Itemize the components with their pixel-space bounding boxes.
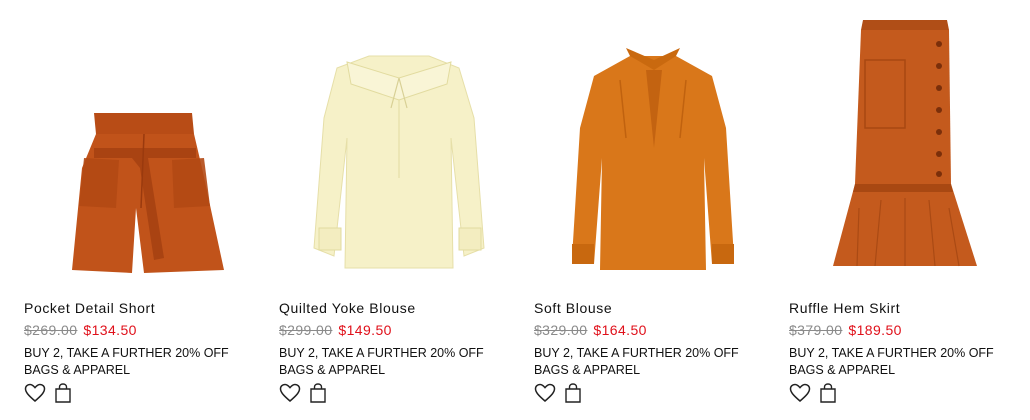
add-to-bag-button[interactable] [54,383,72,403]
skirt-image [833,20,977,267]
sale-price: $164.50 [593,322,647,338]
product-prices: $269.00 $134.50 [24,322,137,338]
add-to-bag-button[interactable] [309,383,327,403]
product-card[interactable]: Ruffle Hem Skirt $379.00 $189.50 BUY 2, T… [789,0,1029,420]
blouse-image [572,48,734,270]
heart-icon [24,383,46,402]
wishlist-button[interactable] [279,383,301,403]
product-actions [789,381,837,405]
product-image-quilted-yoke-blouse[interactable] [279,8,519,288]
product-prices: $329.00 $164.50 [534,322,647,338]
original-price: $379.00 [789,322,843,338]
shopping-bag-icon [565,383,581,403]
product-card[interactable]: Pocket Detail Short $269.00 $134.50 BUY 2… [24,0,264,420]
original-price: $329.00 [534,322,588,338]
add-to-bag-button[interactable] [819,383,837,403]
product-prices: $379.00 $189.50 [789,322,902,338]
product-actions [534,381,582,405]
promo-text: BUY 2, TAKE A FURTHER 20% OFF BAGS & APP… [279,346,484,377]
sale-price: $134.50 [83,322,137,338]
promo-text: BUY 2, TAKE A FURTHER 20% OFF BAGS & APP… [789,346,994,377]
product-card[interactable]: Quilted Yoke Blouse $299.00 $149.50 BUY 2… [279,0,519,420]
wishlist-button[interactable] [24,383,46,403]
product-grid: Pocket Detail Short $269.00 $134.50 BUY 2… [0,0,1030,420]
promo-text: BUY 2, TAKE A FURTHER 20% OFF BAGS & APP… [24,346,229,377]
shopping-bag-icon [820,383,836,403]
promo-text: BUY 2, TAKE A FURTHER 20% OFF BAGS & APP… [534,346,739,377]
add-to-bag-button[interactable] [564,383,582,403]
blouse-image [313,55,485,269]
product-prices: $299.00 $149.50 [279,322,392,338]
product-name[interactable]: Pocket Detail Short [24,300,155,316]
original-price: $299.00 [279,322,333,338]
original-price: $269.00 [24,322,78,338]
heart-icon [534,383,556,402]
product-actions [24,381,72,405]
sale-price: $189.50 [848,322,902,338]
product-name[interactable]: Ruffle Hem Skirt [789,300,900,316]
product-name[interactable]: Quilted Yoke Blouse [279,300,416,316]
product-image-ruffle-hem-skirt[interactable] [789,8,1029,288]
product-image-soft-blouse[interactable] [534,8,774,288]
sale-price: $149.50 [338,322,392,338]
shopping-bag-icon [55,383,71,403]
product-name[interactable]: Soft Blouse [534,300,612,316]
heart-icon [789,383,811,402]
product-image-pocket-detail-short[interactable] [24,8,264,288]
shopping-bag-icon [310,383,326,403]
product-actions [279,381,327,405]
shorts-image [72,113,224,273]
product-card[interactable]: Soft Blouse $329.00 $164.50 BUY 2, TAKE A… [534,0,774,420]
wishlist-button[interactable] [789,383,811,403]
heart-icon [279,383,301,402]
wishlist-button[interactable] [534,383,556,403]
